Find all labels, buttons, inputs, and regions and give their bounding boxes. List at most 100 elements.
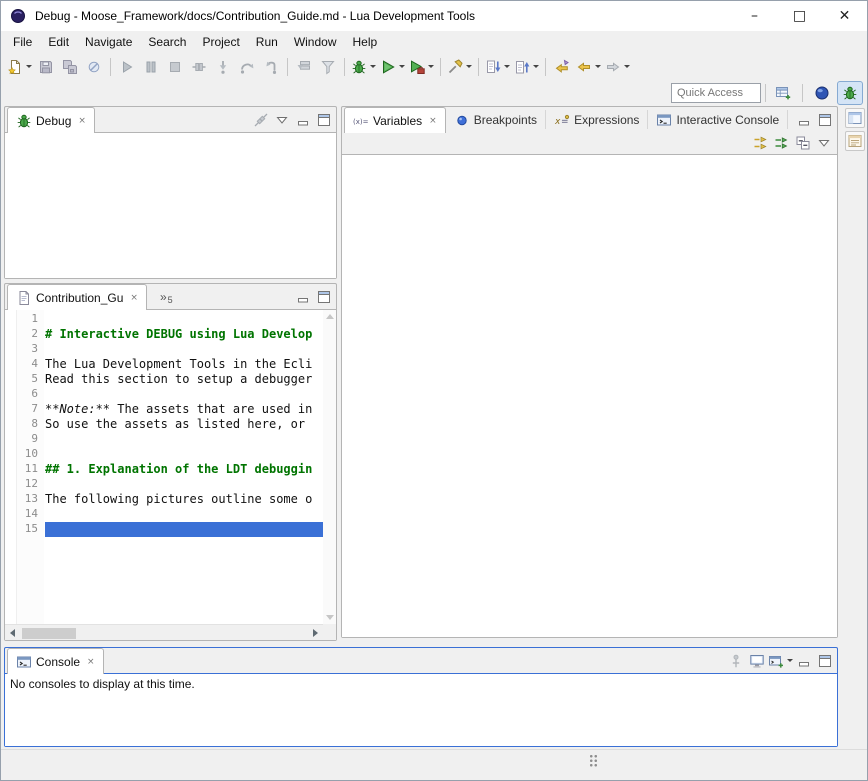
dropdown-arrow-icon[interactable] <box>428 65 434 68</box>
show-type-names-button[interactable] <box>772 133 792 153</box>
editor-line[interactable] <box>45 432 323 447</box>
scroll-left-icon[interactable] <box>10 629 15 637</box>
maximize-view-button[interactable] <box>314 110 334 130</box>
scroll-right-icon[interactable] <box>313 629 318 637</box>
display-selected-console-icon <box>749 653 765 669</box>
view-menu-button[interactable] <box>272 110 292 130</box>
editor-line[interactable] <box>45 447 323 462</box>
code-segment: The assets that are used in <box>110 402 312 416</box>
editor-line[interactable]: So use the assets as listed here, or <box>45 417 323 432</box>
tab-interactive-console[interactable]: Interactive Console <box>648 110 788 129</box>
dropdown-arrow-icon[interactable] <box>26 65 32 68</box>
step-return-button <box>259 55 283 79</box>
editor-line[interactable]: ## 1. Explanation of the LDT debuggin <box>45 462 323 477</box>
editor-line[interactable] <box>45 507 323 522</box>
tab-console[interactable]: Console × <box>7 648 104 674</box>
minimize-view-button[interactable] <box>293 287 313 307</box>
open-element-button[interactable] <box>445 55 474 79</box>
editor-line[interactable] <box>45 522 323 537</box>
open-perspective-button[interactable] <box>770 81 796 105</box>
previous-annotation-button[interactable] <box>512 55 541 79</box>
line-number: 2 <box>17 327 44 342</box>
close-tab-icon[interactable]: × <box>429 116 437 126</box>
debug-button[interactable] <box>349 55 378 79</box>
dropdown-arrow-icon[interactable] <box>624 65 630 68</box>
menu-edit[interactable]: Edit <box>40 32 77 52</box>
toolbar-separator <box>287 58 288 76</box>
maximize-view-button[interactable] <box>815 110 835 130</box>
close-window-button[interactable]: ✕ <box>822 1 867 31</box>
minimize-view-button[interactable] <box>794 651 814 671</box>
scroll-up-icon[interactable] <box>326 314 334 319</box>
last-edit-location-button[interactable] <box>550 55 574 79</box>
editor-line[interactable]: The Lua Development Tools in the Ecli <box>45 357 323 372</box>
menu-project[interactable]: Project <box>194 32 247 52</box>
maximize-view-button[interactable] <box>815 651 835 671</box>
open-console-button[interactable] <box>768 651 793 671</box>
editor-line[interactable] <box>45 387 323 402</box>
toolbar-separator <box>545 58 546 76</box>
editor-line[interactable] <box>45 312 323 327</box>
editor-line[interactable]: Read this section to setup a debugger <box>45 372 323 387</box>
dropdown-arrow-icon[interactable] <box>595 65 601 68</box>
close-tab-icon[interactable]: × <box>78 116 86 126</box>
debug-perspective-button[interactable] <box>837 81 863 105</box>
tab-breakpoints[interactable]: Breakpoints <box>446 110 546 129</box>
editor-line[interactable]: **Note:** The assets that are used in <box>45 402 323 417</box>
minimize-view-button[interactable] <box>293 110 313 130</box>
hidden-editors-chevron[interactable]: »5 <box>155 290 178 304</box>
line-number: 13 <box>17 492 44 507</box>
view-menu-button[interactable] <box>814 133 834 153</box>
tab-debug[interactable]: Debug × <box>7 107 95 133</box>
tab-variables[interactable]: (x)=Variables× <box>344 107 446 133</box>
tab-contribution-guide[interactable]: Contribution_Gu × <box>7 284 147 310</box>
resume-icon <box>119 59 135 75</box>
menu-help[interactable]: Help <box>345 32 386 52</box>
editor-line[interactable]: # Interactive DEBUG using Lua Develop <box>45 327 323 342</box>
dropdown-arrow-icon[interactable] <box>466 65 472 68</box>
minimize-view-button[interactable] <box>794 110 814 130</box>
run-button[interactable] <box>378 55 407 79</box>
editor-line[interactable] <box>45 477 323 492</box>
connect-debugger-icon <box>253 112 269 128</box>
menu-navigate[interactable]: Navigate <box>77 32 140 52</box>
new-wizard-button[interactable] <box>5 55 34 79</box>
minimize-window-button[interactable]: – <box>732 1 777 31</box>
maximize-view-button[interactable] <box>314 287 334 307</box>
display-selected-console-button[interactable] <box>747 651 767 671</box>
dropdown-arrow-icon[interactable] <box>533 65 539 68</box>
maximize-window-button[interactable]: □ <box>777 1 822 31</box>
next-annotation-button[interactable] <box>483 55 512 79</box>
editor-horizontal-scrollbar[interactable] <box>5 624 323 640</box>
menu-run[interactable]: Run <box>248 32 286 52</box>
menu-file[interactable]: File <box>5 32 40 52</box>
scroll-down-icon[interactable] <box>326 615 334 620</box>
sash-grip[interactable] <box>589 754 598 767</box>
close-tab-icon[interactable]: × <box>87 657 95 667</box>
dropdown-arrow-icon[interactable] <box>787 659 793 662</box>
editor-text-area[interactable]: # Interactive DEBUG using Lua Develop The… <box>45 310 323 624</box>
dropdown-arrow-icon[interactable] <box>399 65 405 68</box>
external-tools-button[interactable] <box>407 55 436 79</box>
show-logical-structure-button[interactable] <box>751 133 771 153</box>
close-tab-icon[interactable]: × <box>130 293 138 303</box>
collapse-all-button[interactable] <box>793 133 813 153</box>
back-button[interactable] <box>574 55 603 79</box>
minimized-view-icon-1-button[interactable] <box>845 108 865 128</box>
tab-label: Console <box>36 655 80 669</box>
open-perspective-icon <box>775 85 791 101</box>
menu-search[interactable]: Search <box>140 32 194 52</box>
menu-window[interactable]: Window <box>286 32 345 52</box>
scrollbar-thumb[interactable] <box>22 628 76 639</box>
editor-line[interactable] <box>45 342 323 357</box>
ldt-perspective-button[interactable] <box>809 81 835 105</box>
dropdown-arrow-icon[interactable] <box>370 65 376 68</box>
minimized-view-icon-2-button[interactable] <box>845 131 865 151</box>
tab-expressions[interactable]: x=Expressions <box>546 110 648 129</box>
line-number: 1 <box>17 312 44 327</box>
quick-access-input[interactable] <box>671 83 761 103</box>
editor-vertical-scrollbar[interactable] <box>323 310 336 624</box>
editor-line[interactable]: The following pictures outline some o <box>45 492 323 507</box>
dropdown-arrow-icon[interactable] <box>504 65 510 68</box>
console-message: No consoles to display at this time. <box>5 674 837 694</box>
